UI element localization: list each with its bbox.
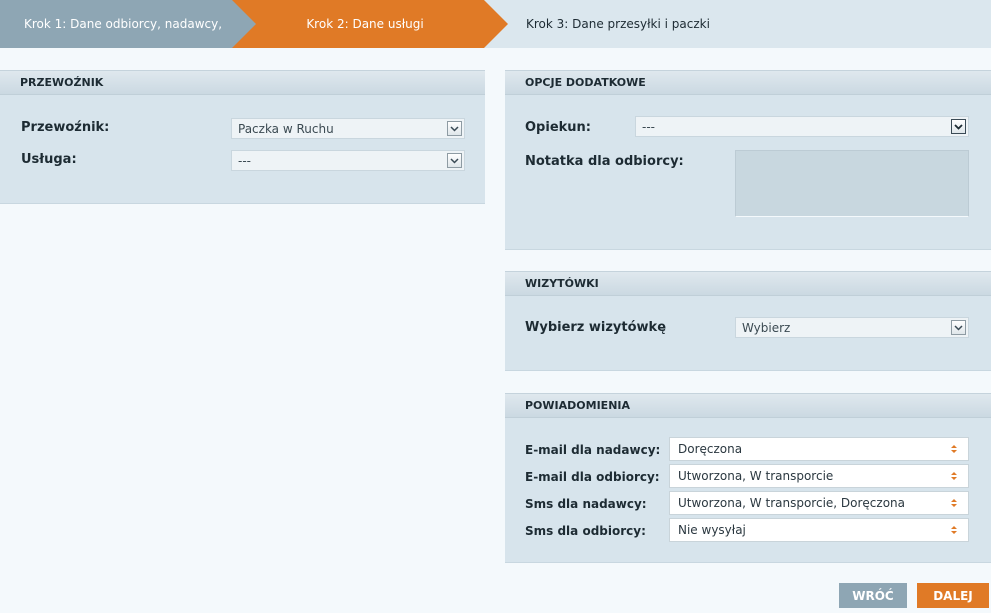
email-recipient-value: Utworzona, W transporcie — [678, 469, 834, 483]
service-select-value: --- — [238, 153, 251, 168]
sms-recipient-value: Nie wysyłaj — [678, 523, 746, 537]
chevron-down-icon[interactable] — [951, 320, 966, 335]
carrier-label: Przewoźnik: — [21, 120, 110, 135]
step-3-label: Krok 3: Dane przesyłki i paczki — [526, 17, 710, 31]
business-cards-panel-title: WIZYTÓWKI — [505, 271, 991, 296]
notifications-panel: POWIADOMIENIA E-mail dla nadawcy: Doręcz… — [505, 393, 991, 563]
updown-arrows-icon — [951, 445, 957, 453]
service-select[interactable]: --- — [231, 150, 465, 171]
business-cards-panel: WIZYTÓWKI Wybierz wizytówkę Wybierz — [505, 271, 991, 371]
step-1-label: Krok 1: Dane odbiorcy, nadawcy, — [24, 17, 223, 31]
updown-arrows-icon — [951, 472, 957, 480]
email-sender-select[interactable]: Doręczona — [669, 437, 969, 461]
step-2-label: Krok 2: Dane usługi — [306, 17, 424, 31]
note-textarea[interactable] — [735, 150, 969, 217]
sms-sender-label: Sms dla nadawcy: — [525, 497, 647, 511]
email-sender-value: Doręczona — [678, 442, 743, 456]
carrier-panel-title-text: PRZEWOŹNIK — [20, 76, 104, 89]
business-cards-panel-title-text: WIZYTÓWKI — [525, 277, 599, 290]
chevron-down-icon[interactable] — [447, 121, 462, 136]
email-recipient-label: E-mail dla odbiorcy: — [525, 470, 660, 484]
choose-card-label: Wybierz wizytówkę — [525, 320, 667, 335]
sms-sender-select[interactable]: Utworzona, W transporcie, Doręczona — [669, 491, 969, 515]
next-button[interactable]: DALEJ — [917, 583, 989, 608]
options-panel-title-text: OPCJE DODATKOWE — [525, 76, 646, 89]
guardian-label: Opiekun: — [525, 120, 591, 135]
back-button[interactable]: WRÓĆ — [839, 583, 907, 608]
note-label: Notatka dla odbiorcy: — [525, 154, 684, 169]
step-3[interactable]: Krok 3: Dane przesyłki i paczki — [526, 0, 710, 48]
sms-sender-value: Utworzona, W transporcie, Doręczona — [678, 496, 906, 510]
service-label: Usługa: — [21, 152, 77, 167]
step-1[interactable]: Krok 1: Dane odbiorcy, nadawcy, — [0, 0, 258, 48]
updown-arrows-icon — [951, 526, 957, 534]
carrier-select[interactable]: Paczka w Ruchu — [231, 118, 465, 139]
notifications-panel-title: POWIADOMIENIA — [505, 393, 991, 418]
sms-recipient-select[interactable]: Nie wysyłaj — [669, 518, 969, 542]
sms-recipient-label: Sms dla odbiorcy: — [525, 524, 646, 538]
carrier-select-value: Paczka w Ruchu — [238, 121, 334, 136]
email-sender-label: E-mail dla nadawcy: — [525, 443, 661, 457]
updown-arrows-icon — [951, 499, 957, 507]
options-panel-title: OPCJE DODATKOWE — [505, 70, 991, 95]
wizard-steps: Krok 1: Dane odbiorcy, nadawcy, Krok 2: … — [0, 0, 991, 48]
business-card-select-value: Wybierz — [742, 320, 791, 335]
email-recipient-select[interactable]: Utworzona, W transporcie — [669, 464, 969, 488]
business-card-select[interactable]: Wybierz — [735, 317, 969, 338]
carrier-panel-title: PRZEWOŹNIK — [0, 70, 485, 95]
guardian-select-value: --- — [642, 119, 655, 134]
carrier-panel: PRZEWOŹNIK Przewoźnik: Paczka w Ruchu Us… — [0, 70, 485, 204]
notifications-panel-title-text: POWIADOMIENIA — [525, 399, 630, 412]
chevron-down-icon[interactable] — [951, 119, 966, 134]
guardian-select[interactable]: --- — [635, 116, 969, 137]
options-panel: OPCJE DODATKOWE Opiekun: --- Notatka dla… — [505, 70, 991, 250]
step-2-active[interactable]: Krok 2: Dane usługi — [232, 0, 508, 48]
chevron-down-icon[interactable] — [447, 153, 462, 168]
